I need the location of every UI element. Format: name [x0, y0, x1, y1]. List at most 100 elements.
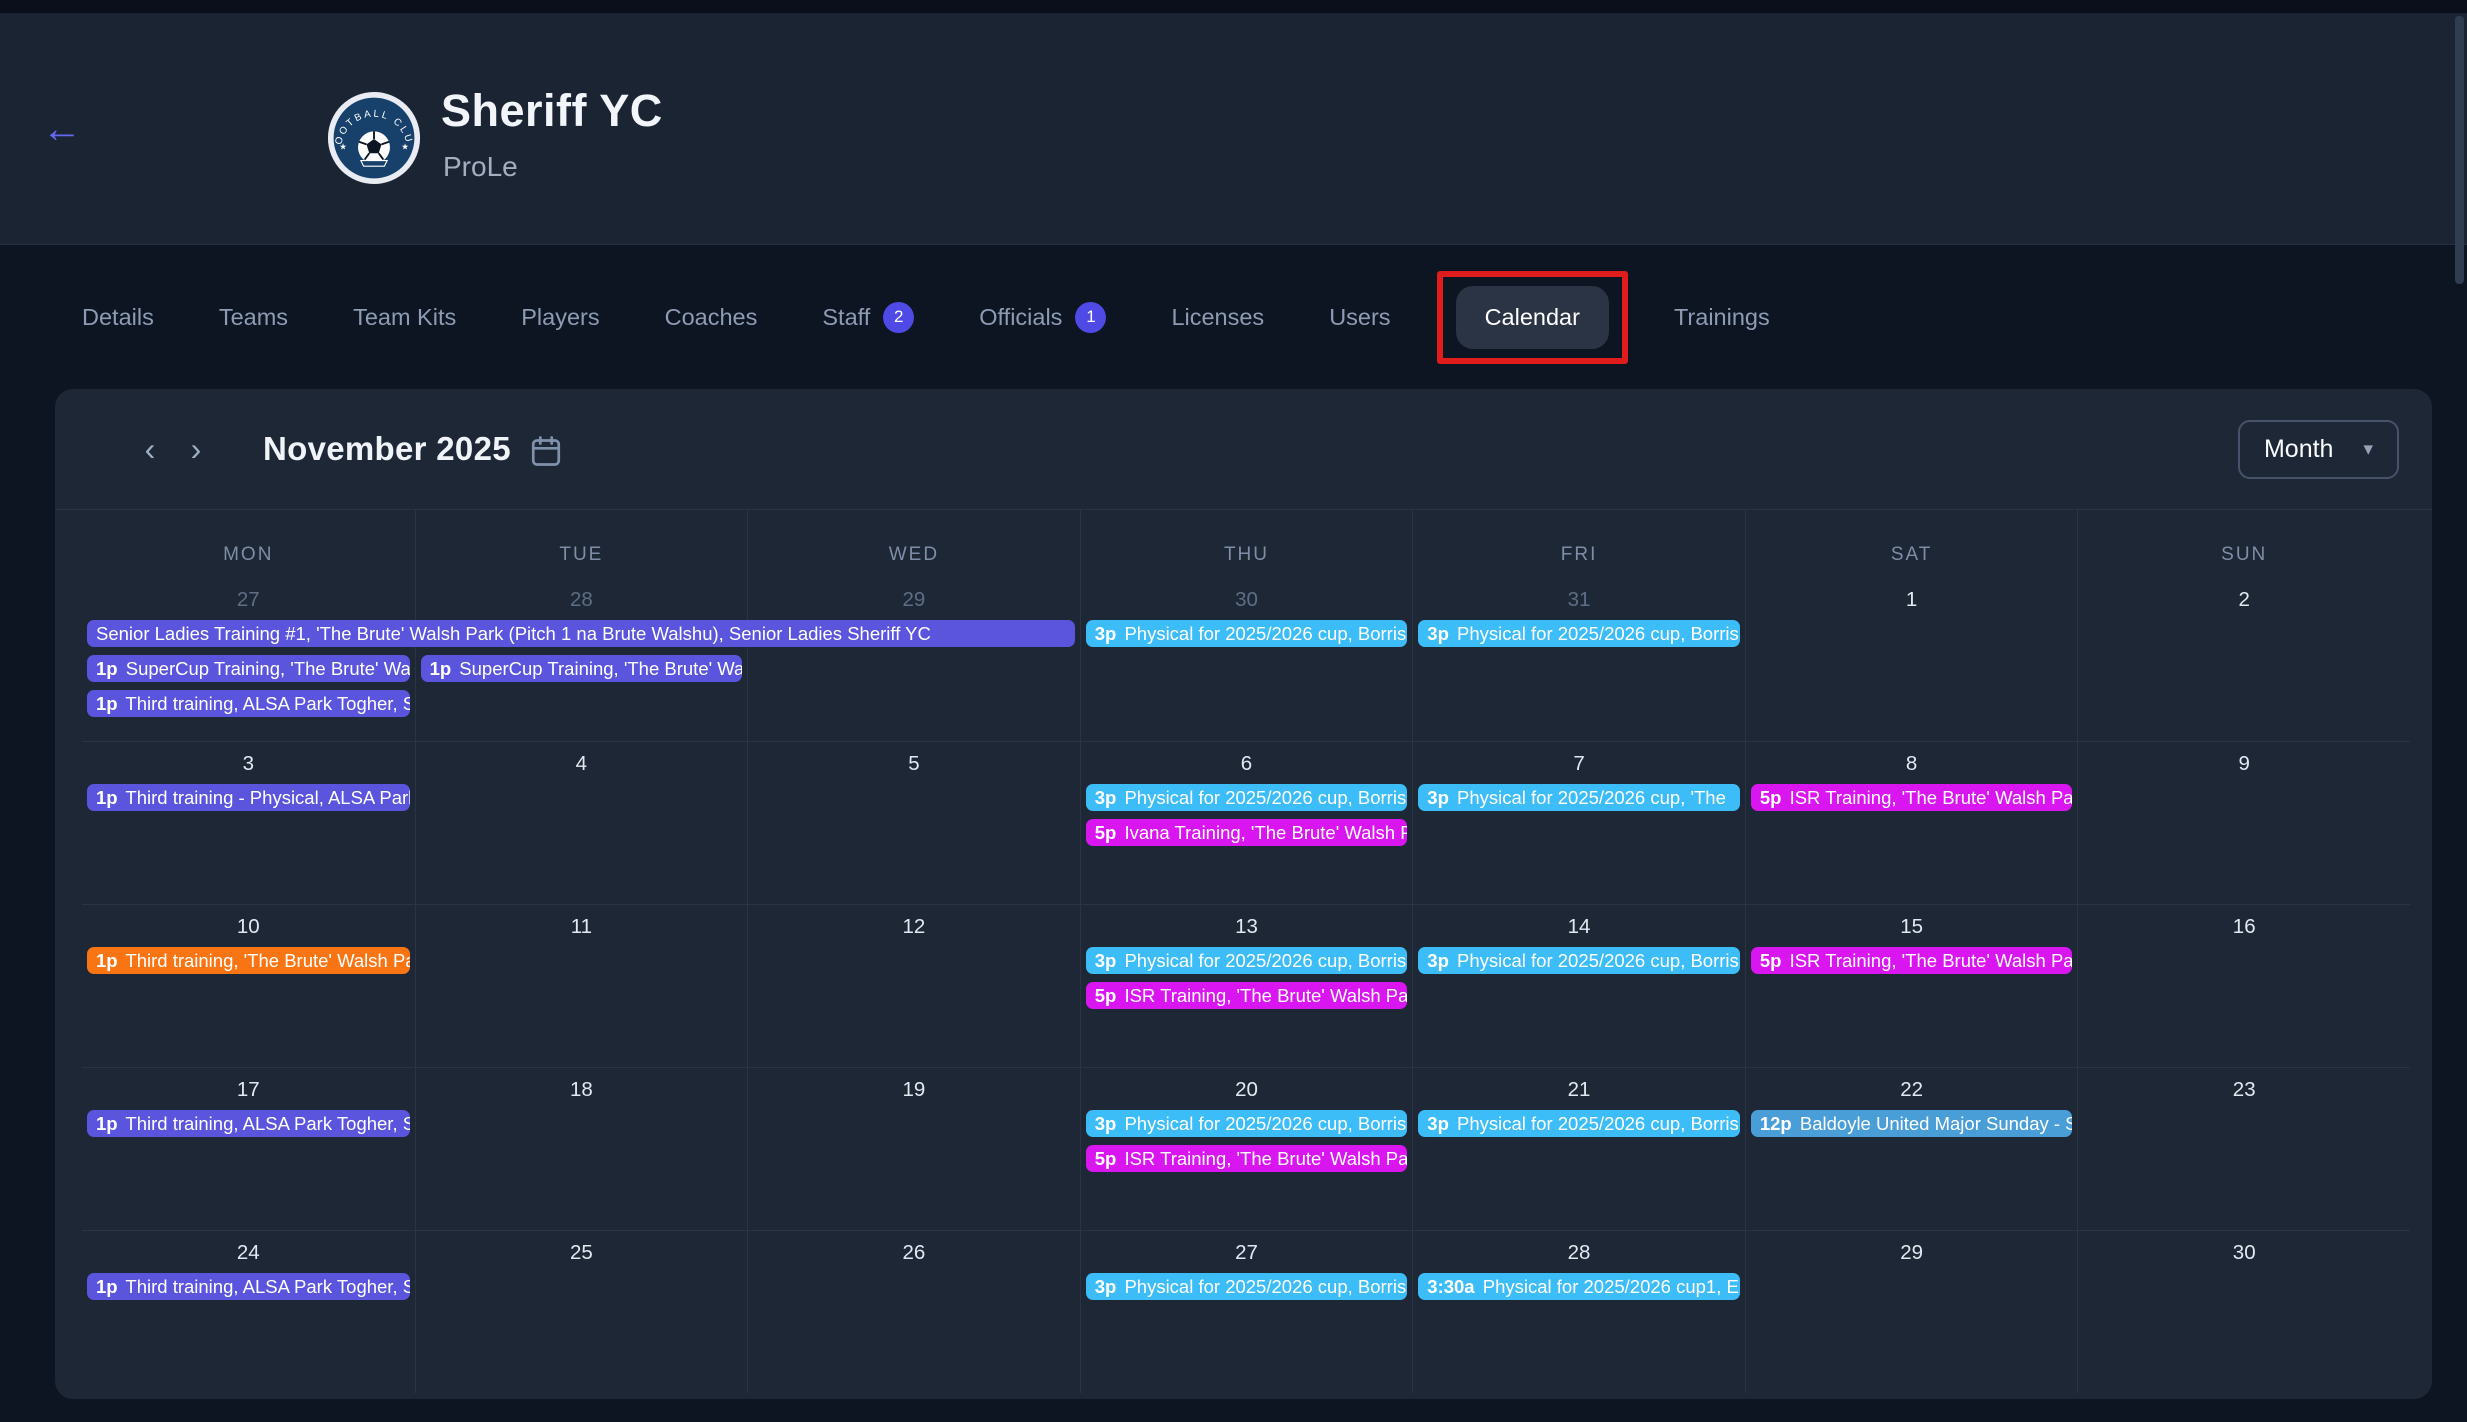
- event-chip[interactable]: 1p Third training - Physical, ALSA Park: [87, 784, 410, 811]
- event-chip[interactable]: 3p Physical for 2025/2026 cup, Borris: [1418, 620, 1740, 647]
- scrollbar-thumb[interactable]: [2455, 16, 2464, 284]
- day-number: 15: [1746, 915, 2078, 941]
- day-header-tue: TUE: [415, 510, 748, 578]
- tab-bar: Details Teams Team Kits Players Coaches Staff…: [0, 246, 2467, 388]
- tab-team-kits[interactable]: Team Kits: [353, 304, 456, 331]
- back-button[interactable]: ←: [42, 109, 82, 149]
- event-chip[interactable]: 3p Physical for 2025/2026 cup, Borris: [1086, 1110, 1408, 1137]
- event-chip[interactable]: 3p Physical for 2025/2026 cup, Borris: [1086, 784, 1408, 811]
- tab-coaches[interactable]: Coaches: [665, 304, 758, 331]
- day-header-thu: THU: [1080, 510, 1413, 578]
- day-number: 30: [1081, 588, 1413, 614]
- event-chip[interactable]: 3p Physical for 2025/2026 cup, Borris: [1418, 947, 1740, 974]
- day-cell: 273p Physical for 2025/2026 cup, Borris: [1080, 1231, 1413, 1393]
- day-number: 31: [1413, 588, 1745, 614]
- day-header-sun: SUN: [2077, 510, 2410, 578]
- event-chip[interactable]: 3p Physical for 2025/2026 cup, Borris: [1418, 1110, 1740, 1137]
- event-title: Senior Ladies Training #1, 'The Brute' W…: [96, 623, 931, 644]
- next-month-button[interactable]: ›: [173, 426, 219, 472]
- tab-officials[interactable]: Officials1: [979, 302, 1106, 333]
- tab-trainings[interactable]: Trainings: [1674, 304, 1770, 331]
- event-chip[interactable]: 3:30a Physical for 2025/2026 cup1, E: [1418, 1273, 1740, 1300]
- event-chip[interactable]: 3p Physical for 2025/2026 cup, Borris: [1086, 1273, 1408, 1300]
- prev-month-button[interactable]: ‹: [127, 426, 173, 472]
- day-number: 17: [82, 1078, 415, 1104]
- day-number: 13: [1081, 915, 1413, 941]
- svg-text:★: ★: [339, 141, 347, 151]
- day-number: 24: [82, 1241, 415, 1267]
- day-events: 1p Third training - Physical, ALSA Park: [82, 784, 415, 811]
- event-title: Ivana Training, 'The Brute' Walsh P: [1124, 822, 1407, 843]
- tab-calendar[interactable]: Calendar: [1456, 286, 1609, 349]
- tab-staff[interactable]: Staff2: [822, 302, 914, 333]
- tab-licenses[interactable]: Licenses: [1171, 304, 1264, 331]
- event-time: 3p: [1427, 787, 1449, 808]
- day-events: 3p Physical for 2025/2026 cup, Borris: [1413, 1110, 1745, 1137]
- event-chip[interactable]: 5p Ivana Training, 'The Brute' Walsh P: [1086, 819, 1408, 846]
- day-number: 21: [1413, 1078, 1745, 1104]
- day-number: 18: [416, 1078, 748, 1104]
- calendar-panel: ‹ › November 2025 Month ▾ MONTUEWEDTHUFR…: [55, 389, 2432, 1399]
- day-number: 30: [2078, 1241, 2410, 1267]
- day-number: 29: [1746, 1241, 2078, 1267]
- event-chip[interactable]: 5p ISR Training, 'The Brute' Walsh Pa: [1751, 784, 2073, 811]
- day-cell: 16: [2077, 905, 2410, 1067]
- event-chip[interactable]: 1p SuperCup Training, 'The Brute' Wa: [421, 655, 743, 682]
- scrollbar[interactable]: [2453, 0, 2467, 1422]
- week-row: 17 1p Third training, ALSA Park Togher, S…: [82, 1067, 2410, 1230]
- event-chip[interactable]: 3p Physical for 2025/2026 cup, Borris: [1086, 947, 1408, 974]
- event-title: ISR Training, 'The Brute' Walsh Pa: [1790, 950, 2073, 971]
- day-events: 3p Physical for 2025/2026 cup, Borris 5p …: [1081, 784, 1413, 846]
- event-chip[interactable]: 5p ISR Training, 'The Brute' Walsh Pa: [1086, 982, 1408, 1009]
- day-events: 3p Physical for 2025/2026 cup, Borris: [1413, 947, 1745, 974]
- tab-users[interactable]: Users: [1329, 304, 1390, 331]
- event-title: Physical for 2025/2026 cup, Borris: [1124, 1276, 1406, 1297]
- view-mode-dropdown[interactable]: Month ▾: [2238, 420, 2399, 479]
- event-chip[interactable]: 5p ISR Training, 'The Brute' Walsh Pa: [1086, 1145, 1408, 1172]
- event-time: 1p: [430, 658, 452, 679]
- day-number: 20: [1081, 1078, 1413, 1104]
- tab-players[interactable]: Players: [521, 304, 599, 331]
- day-cell: 2212p Baldoyle United Major Sunday - S: [1745, 1068, 2078, 1230]
- day-cell: 281p SuperCup Training, 'The Brute' Wa: [415, 578, 748, 741]
- day-number: 28: [1413, 1241, 1745, 1267]
- day-cell: 29: [1745, 1231, 2078, 1393]
- event-chip[interactable]: 12p Baldoyle United Major Sunday - S: [1751, 1110, 2073, 1137]
- event-chip[interactable]: 1p SuperCup Training, 'The Brute' Wa: [87, 655, 410, 682]
- event-time: 3p: [1095, 623, 1117, 644]
- svg-text:★: ★: [401, 141, 409, 151]
- day-cell: 12: [747, 905, 1080, 1067]
- day-events: 1p Third training, ALSA Park Togher, S: [82, 1110, 415, 1137]
- day-cell: 13 3p Physical for 2025/2026 cup, Borris 5…: [1080, 905, 1413, 1067]
- day-number: 2: [2078, 588, 2410, 614]
- event-chip[interactable]: 1p Third training, ALSA Park Togher, S: [87, 690, 410, 717]
- event-time: 3p: [1095, 1276, 1117, 1297]
- week-row: 101p Third training, 'The Brute' Walsh P…: [82, 904, 2410, 1067]
- club-logo: FOOTBALL CLUB ★ ★: [327, 91, 421, 185]
- event-chip[interactable]: 1p Third training, 'The Brute' Walsh Pa: [87, 947, 410, 974]
- event-title: Physical for 2025/2026 cup, Borris: [1124, 1113, 1406, 1134]
- tab-label: Players: [521, 304, 599, 331]
- day-number: 16: [2078, 915, 2410, 941]
- day-events: 3p Physical for 2025/2026 cup, Borris: [1081, 620, 1413, 647]
- event-chip[interactable]: 1p Third training, ALSA Park Togher, S: [87, 1110, 410, 1137]
- event-chip[interactable]: 5p ISR Training, 'The Brute' Walsh Pa: [1751, 947, 2073, 974]
- event-chip[interactable]: 1p Third training, ALSA Park Togher, S: [87, 1273, 410, 1300]
- event-title: Physical for 2025/2026 cup, Borris: [1457, 950, 1739, 971]
- event-chip[interactable]: 3p Physical for 2025/2026 cup, 'The: [1418, 784, 1740, 811]
- event-chip[interactable]: 3p Physical for 2025/2026 cup, Borris: [1086, 620, 1408, 647]
- day-cell: 85p ISR Training, 'The Brute' Walsh Pa: [1745, 742, 2078, 904]
- club-title: Sheriff YC: [441, 85, 663, 137]
- event-title: Baldoyle United Major Sunday - S: [1800, 1113, 2073, 1134]
- event-title: Third training, 'The Brute' Walsh Pa: [125, 950, 409, 971]
- event-time: 1p: [96, 1276, 118, 1297]
- day-cell: 9: [2077, 742, 2410, 904]
- event-banner[interactable]: Senior Ladies Training #1, 'The Brute' W…: [87, 620, 1075, 647]
- event-title: Physical for 2025/2026 cup, Borris: [1124, 950, 1406, 971]
- tab-details[interactable]: Details: [82, 304, 154, 331]
- day-cell: 1: [1745, 578, 2078, 741]
- week-row: 271p SuperCup Training, 'The Brute' Wa1p…: [82, 578, 2410, 741]
- day-events: 5p ISR Training, 'The Brute' Walsh Pa: [1746, 784, 2078, 811]
- tab-teams[interactable]: Teams: [219, 304, 288, 331]
- tab-label: Licenses: [1171, 304, 1264, 331]
